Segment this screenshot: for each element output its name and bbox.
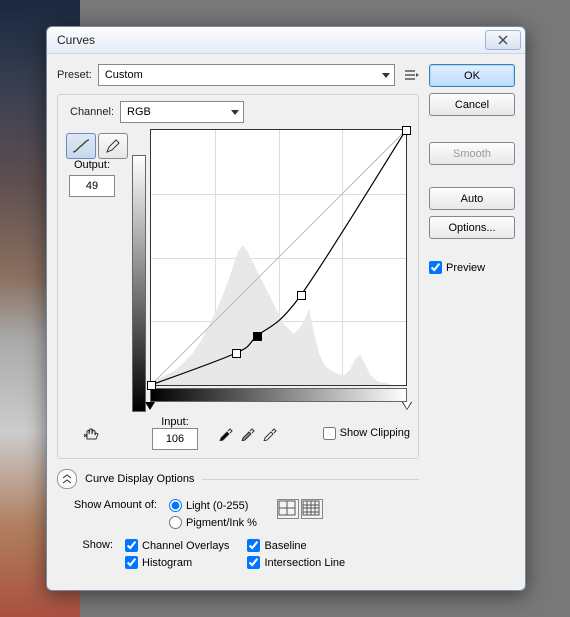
preset-value: Custom [105,69,378,81]
black-point-slider[interactable] [145,402,155,410]
show-clipping-checkbox[interactable] [323,427,336,440]
preview-label: Preview [446,262,485,274]
auto-button[interactable]: Auto [429,187,515,210]
preset-menu-button[interactable] [405,68,419,82]
curve-control-point[interactable] [253,332,262,341]
pencil-icon [105,138,121,154]
menu-icon [405,69,419,81]
preset-combo[interactable]: Custom [98,64,395,86]
channel-overlays-checkbox[interactable] [125,539,138,552]
smooth-button[interactable]: Smooth [429,142,515,165]
baseline-label: Baseline [264,540,306,552]
amount-pigment-radio[interactable] [169,516,182,529]
grid-coarse-icon [278,500,296,516]
chevron-down-icon [382,73,390,78]
amount-light-radio[interactable] [169,499,182,512]
intersection-checkbox[interactable] [247,556,260,569]
output-label: Output: [74,159,110,171]
curve-display-options-label: Curve Display Options [85,473,194,485]
curve-control-point[interactable] [402,126,411,135]
channel-combo[interactable]: RGB [120,101,244,123]
chevron-down-icon [231,110,239,115]
histogram-label: Histogram [142,557,192,569]
curve-control-point[interactable] [232,349,241,358]
channel-label: Channel: [70,106,114,118]
preview-checkbox[interactable] [429,261,442,274]
input-sliders[interactable] [150,402,407,412]
titlebar[interactable]: Curves [47,27,525,54]
chevrons-up-icon [63,474,71,484]
amount-light-label: Light (0-255) [186,500,248,512]
curve-icon [72,138,90,154]
histogram-checkbox[interactable] [125,556,138,569]
output-gradient [132,155,146,412]
output-field[interactable] [69,175,115,197]
close-button[interactable] [485,30,521,50]
options-button[interactable]: Options... [429,216,515,239]
show-amount-label: Show Amount of: [57,499,157,511]
eyedropper-white[interactable] [262,425,278,441]
grid-fine-button[interactable] [301,499,323,519]
curve-grid[interactable] [150,129,407,386]
amount-pigment-label: Pigment/Ink % [186,517,257,529]
targeted-adjustment-tool[interactable] [80,423,102,443]
white-point-slider[interactable] [402,402,412,410]
curve-control-point[interactable] [297,291,306,300]
show-label: Show: [57,539,113,551]
grid-coarse-button[interactable] [277,499,299,519]
show-clipping-label: Show Clipping [340,427,410,439]
curve-control-point[interactable] [147,381,156,390]
cancel-button[interactable]: Cancel [429,93,515,116]
channel-value: RGB [127,106,227,118]
baseline-checkbox[interactable] [247,539,260,552]
intersection-label: Intersection Line [264,557,345,569]
input-gradient [150,388,407,402]
grid-fine-icon [302,500,320,516]
ok-button[interactable]: OK [429,64,515,87]
input-field[interactable] [152,428,198,450]
eyedropper-black[interactable] [218,425,234,441]
curve-point-tool[interactable] [66,133,96,159]
hand-icon [82,425,100,441]
preset-label: Preset: [57,69,92,81]
close-icon [498,35,508,45]
curves-dialog: Curves Preset: Custom Channel: [46,26,526,591]
eyedropper-gray[interactable] [240,425,256,441]
divider [202,479,419,480]
curve-path [151,130,406,385]
dialog-title: Curves [57,33,485,47]
input-label: Input: [161,416,189,428]
curve-group: Channel: RGB [57,94,419,459]
curve-pencil-tool[interactable] [98,133,128,159]
curve-display-toggle[interactable] [57,469,77,489]
channel-overlays-label: Channel Overlays [142,540,229,552]
